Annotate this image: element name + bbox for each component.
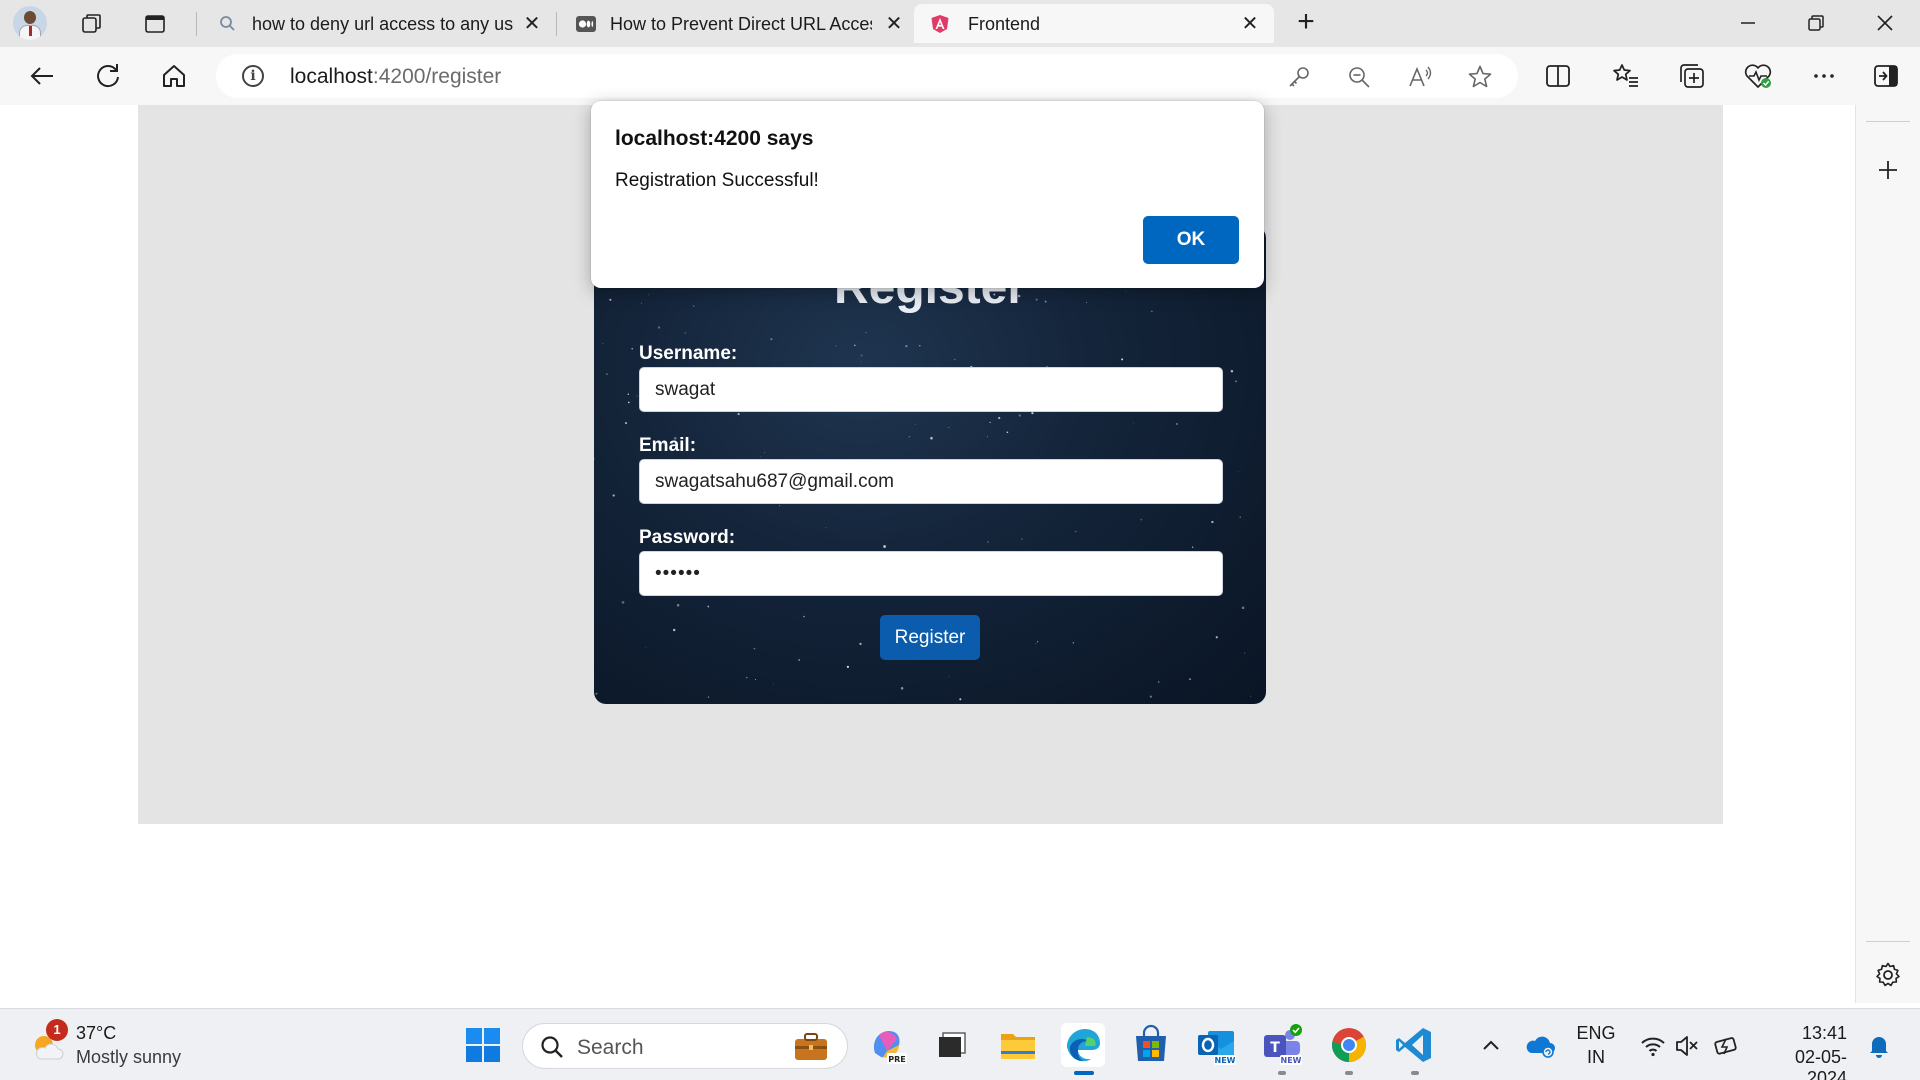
briefcase-icon: [795, 1033, 827, 1060]
edge-app[interactable]: [1061, 1023, 1105, 1067]
svg-text:T: T: [1270, 1040, 1280, 1056]
search-label: Search: [577, 1036, 644, 1059]
key-icon[interactable]: [1286, 64, 1312, 90]
username-input[interactable]: swagat: [639, 367, 1223, 412]
wifi-icon[interactable]: [1640, 1033, 1666, 1059]
tab-title: How to Prevent Direct URL Access: [610, 14, 872, 34]
medium-icon: [576, 16, 596, 32]
angular-icon: [931, 15, 949, 33]
browser-essentials-icon[interactable]: [1743, 61, 1773, 91]
email-label: Email:: [639, 435, 697, 456]
rail-divider: [1866, 121, 1910, 122]
url-text[interactable]: localhost:4200/register: [290, 65, 501, 89]
volume-muted-icon[interactable]: [1674, 1033, 1700, 1059]
minimize-button[interactable]: [1733, 8, 1763, 38]
dialog-message: Registration Successful!: [615, 170, 819, 191]
chrome-running-indicator: [1345, 1071, 1353, 1075]
microsoft-store-icon[interactable]: [1129, 1023, 1173, 1067]
search-icon: [220, 16, 235, 31]
svg-text:NEW: NEW: [1215, 1056, 1236, 1065]
vscode-running-indicator: [1411, 1071, 1419, 1075]
clock-date[interactable]: 02-05-2024: [1757, 1047, 1847, 1080]
clock-time[interactable]: 13:41: [1757, 1023, 1847, 1044]
sidebar-toggle-icon[interactable]: [1871, 61, 1901, 91]
tab-frontend[interactable]: Frontend ✕: [914, 4, 1274, 43]
rail-divider: [1866, 941, 1910, 942]
onedrive-icon[interactable]: [1524, 1029, 1556, 1061]
close-tab-icon[interactable]: ✕: [522, 14, 542, 34]
file-explorer-icon[interactable]: [996, 1023, 1040, 1067]
tab-separator: [556, 12, 557, 36]
dialog-ok-button[interactable]: OK: [1143, 216, 1239, 264]
close-tab-icon[interactable]: ✕: [1240, 14, 1260, 34]
email-input[interactable]: swagatsahu687@gmail.com: [639, 459, 1223, 504]
vscode-icon[interactable]: [1393, 1023, 1437, 1067]
password-input[interactable]: ••••••: [639, 551, 1223, 596]
close-window-button[interactable]: [1870, 8, 1900, 38]
windows-start-icon[interactable]: [461, 1023, 505, 1067]
register-card: Register Username: swagat Email: swagats…: [594, 226, 1266, 704]
refresh-icon[interactable]: [93, 61, 123, 91]
chrome-icon[interactable]: [1327, 1023, 1371, 1067]
home-icon[interactable]: [159, 61, 189, 91]
password-label: Password:: [639, 527, 736, 548]
back-arrow-icon[interactable]: [27, 61, 57, 91]
svg-text:NEW: NEW: [1281, 1056, 1302, 1065]
weather-temperature: 37°C: [76, 1023, 117, 1043]
svg-text:PRE: PRE: [888, 1055, 906, 1064]
outlook-icon[interactable]: NEW: [1194, 1023, 1238, 1067]
battery-charging-icon[interactable]: [1713, 1033, 1741, 1059]
vertical-tabs-icon[interactable]: [143, 12, 167, 36]
add-sidebar-app-icon[interactable]: [1875, 157, 1901, 183]
favorite-star-icon[interactable]: [1467, 64, 1493, 90]
register-button[interactable]: Register: [880, 615, 980, 660]
task-view-icon[interactable]: [929, 1023, 973, 1067]
read-aloud-icon[interactable]: [1407, 64, 1433, 90]
sidebar-settings-gear-icon[interactable]: [1874, 961, 1902, 989]
tab-search[interactable]: how to deny url access to any user ✕: [204, 4, 548, 43]
url-path: :4200/register: [372, 65, 502, 88]
search-icon: [541, 1036, 563, 1058]
close-tab-icon[interactable]: ✕: [884, 14, 904, 34]
taskbar-search[interactable]: Search: [522, 1023, 848, 1069]
more-options-icon[interactable]: [1809, 61, 1839, 91]
language-primary[interactable]: ENG: [1575, 1023, 1617, 1044]
notification-bell-icon[interactable]: [1866, 1033, 1892, 1059]
edge-running-indicator: [1074, 1071, 1094, 1075]
teams-running-indicator: [1278, 1071, 1286, 1075]
collections-icon[interactable]: [1677, 61, 1707, 91]
tab-separator: [196, 12, 197, 36]
tab-title: how to deny url access to any user: [252, 14, 514, 34]
edge-sidebar: [1856, 105, 1920, 1003]
site-info-icon[interactable]: i: [242, 65, 264, 87]
teams-icon[interactable]: T NEW: [1260, 1023, 1304, 1067]
address-bar[interactable]: i localhost:4200/register: [216, 54, 1518, 98]
favorites-icon[interactable]: [1611, 61, 1641, 91]
tab-strip: how to deny url access to any user ✕ How…: [0, 0, 1920, 47]
url-host: localhost: [290, 65, 373, 88]
chevron-up-icon[interactable]: [1479, 1033, 1503, 1057]
split-screen-icon[interactable]: [1543, 61, 1573, 91]
copilot-icon[interactable]: PRE: [865, 1023, 909, 1067]
weather-description: Mostly sunny: [76, 1047, 182, 1067]
tab-title: Frontend: [968, 14, 1041, 34]
username-label: Username:: [639, 343, 738, 364]
tab-medium[interactable]: How to Prevent Direct URL Access ✕: [562, 4, 910, 43]
new-tab-button[interactable]: +: [1292, 7, 1320, 37]
restore-button[interactable]: [1801, 8, 1831, 38]
edge-icon: [1067, 1029, 1100, 1062]
weather-notification-badge: 1: [46, 1019, 68, 1041]
alert-dialog: localhost:4200 says Registration Success…: [591, 101, 1264, 288]
browser-toolbar: i localhost:4200/register: [0, 47, 1920, 105]
dialog-title: localhost:4200 says: [615, 127, 814, 150]
workspaces-icon[interactable]: [80, 12, 104, 36]
windows-taskbar: 1 37°C Mostly sunny Search PRE NEW T NEW…: [0, 1008, 1920, 1080]
language-region[interactable]: IN: [1575, 1047, 1617, 1068]
zoom-out-icon[interactable]: [1346, 64, 1372, 90]
profile-avatar[interactable]: [13, 6, 47, 40]
